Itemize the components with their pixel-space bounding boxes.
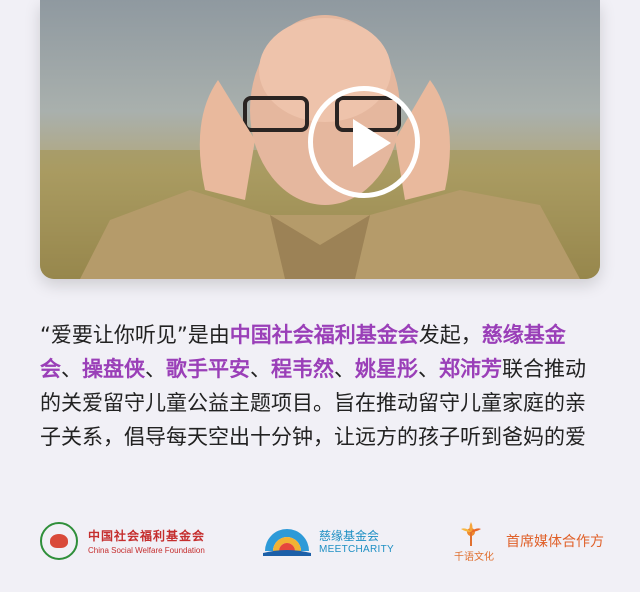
org-caopanxia: 操盘侠 bbox=[82, 357, 145, 381]
cyj-logo: 慈缘基金会 MEETCHARITY bbox=[261, 525, 394, 557]
separator: 、 bbox=[334, 357, 355, 381]
separator: 、 bbox=[61, 357, 82, 381]
media-partner-label: 首席媒体合作方 bbox=[506, 534, 604, 550]
partner-logos: 中国社会福利基金会 China Social Welfare Foundatio… bbox=[40, 516, 604, 566]
separator: 、 bbox=[250, 357, 271, 381]
media-partner-logo: 千语文化 首席媒体合作方 bbox=[450, 520, 604, 563]
play-button[interactable] bbox=[308, 86, 420, 198]
cyj-name-cn: 慈缘基金会 bbox=[319, 529, 380, 543]
csw-name-cn: 中国社会福利基金会 bbox=[88, 529, 206, 543]
qianyu-logo: 千语文化 bbox=[450, 520, 498, 563]
person-yaoxingtong: 姚星彤 bbox=[355, 357, 418, 381]
person-zhengpeifang: 郑沛芳 bbox=[439, 357, 502, 381]
desc-text: 发起， bbox=[418, 323, 482, 347]
qianyu-flower-icon bbox=[461, 522, 481, 546]
person-pingan: 歌手平安 bbox=[166, 357, 250, 381]
cyj-rainbow-icon bbox=[263, 529, 312, 556]
qianyu-name: 千语文化 bbox=[454, 552, 494, 563]
desc-text: “爱要让你听见”是由 bbox=[40, 323, 230, 347]
person-chengweiran: 程韦然 bbox=[271, 357, 334, 381]
separator: 、 bbox=[418, 357, 439, 381]
separator: 、 bbox=[145, 357, 166, 381]
csw-seal-icon bbox=[40, 522, 78, 560]
cyj-name-en: MEETCHARITY bbox=[319, 544, 394, 555]
video-player[interactable] bbox=[40, 0, 600, 279]
csw-logo: 中国社会福利基金会 China Social Welfare Foundatio… bbox=[40, 522, 205, 560]
project-description: “爱要让你听见”是由中国社会福利基金会发起，慈缘基金会、操盘侠、歌手平安、程韦然… bbox=[40, 318, 604, 454]
org-csw: 中国社会福利基金会 bbox=[229, 323, 419, 347]
csw-name-en: China Social Welfare Foundation bbox=[88, 546, 205, 555]
